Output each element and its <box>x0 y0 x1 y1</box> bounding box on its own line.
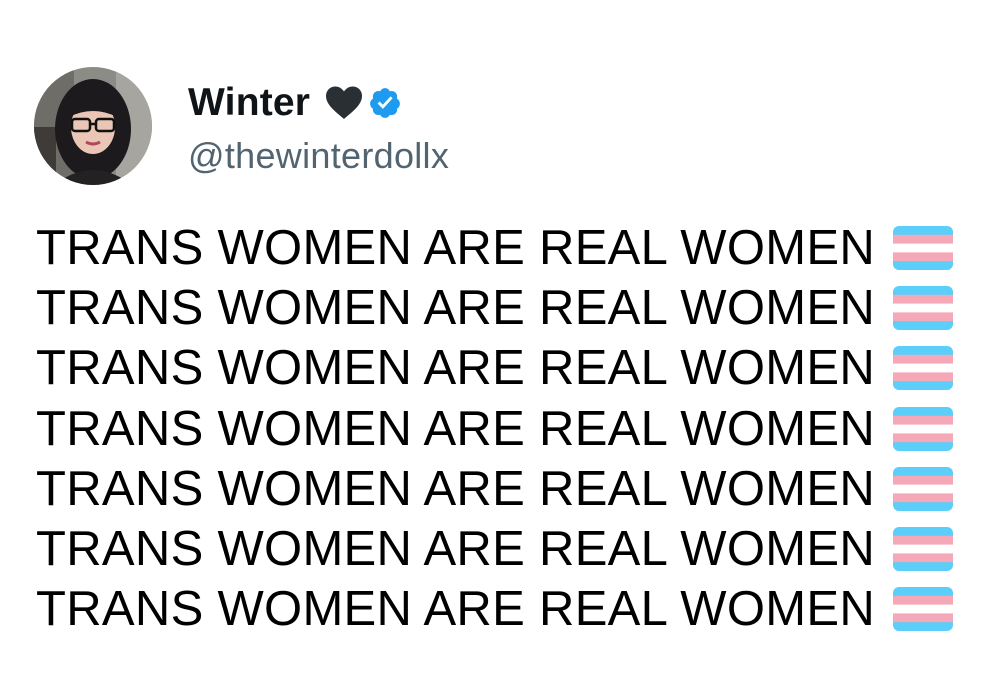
display-name[interactable]: Winter <box>188 81 310 125</box>
tweet-line-text: TRANS WOMEN ARE REAL WOMEN <box>36 341 876 396</box>
tweet-line: TRANS WOMEN ARE REAL WOMEN <box>36 459 976 519</box>
transgender-flag-icon <box>893 587 954 632</box>
transgender-flag-icon <box>893 466 954 511</box>
tweet-line: TRANS WOMEN ARE REAL WOMEN <box>36 399 976 459</box>
tweet-line-text: TRANS WOMEN ARE REAL WOMEN <box>36 221 876 276</box>
tweet-line: TRANS WOMEN ARE REAL WOMEN <box>36 338 976 398</box>
tweet-card: Winter @thewinterdollx TRANS WOMEN ARE R… <box>0 0 1004 698</box>
name-row: Winter <box>188 75 449 131</box>
avatar-image <box>34 67 152 185</box>
transgender-flag-icon <box>893 527 954 572</box>
tweet-line-text: TRANS WOMEN ARE REAL WOMEN <box>36 522 876 577</box>
tweet-line-text: TRANS WOMEN ARE REAL WOMEN <box>36 281 876 336</box>
tweet-line-text: TRANS WOMEN ARE REAL WOMEN <box>36 401 876 456</box>
user-handle[interactable]: @thewinterdollx <box>188 135 449 177</box>
transgender-flag-icon <box>893 406 954 451</box>
tweet-line: TRANS WOMEN ARE REAL WOMEN <box>36 278 976 338</box>
transgender-flag-icon <box>893 346 954 391</box>
tweet-line: TRANS WOMEN ARE REAL WOMEN <box>36 519 976 579</box>
tweet-line-text: TRANS WOMEN ARE REAL WOMEN <box>36 461 876 516</box>
transgender-flag-icon <box>893 286 954 331</box>
transgender-flag-icon <box>893 226 954 271</box>
tweet-line: TRANS WOMEN ARE REAL WOMEN <box>36 218 976 278</box>
tweet-text: TRANS WOMEN ARE REAL WOMEN TRANS WOMEN A… <box>36 218 976 639</box>
tweet-line-text: TRANS WOMEN ARE REAL WOMEN <box>36 582 876 637</box>
verified-icon[interactable] <box>368 86 402 120</box>
black-heart-icon <box>324 85 364 121</box>
tweet-line: TRANS WOMEN ARE REAL WOMEN <box>36 579 976 639</box>
author-names: Winter @thewinterdollx <box>188 75 449 177</box>
tweet-header: Winter @thewinterdollx <box>34 66 449 186</box>
avatar[interactable] <box>34 67 152 185</box>
